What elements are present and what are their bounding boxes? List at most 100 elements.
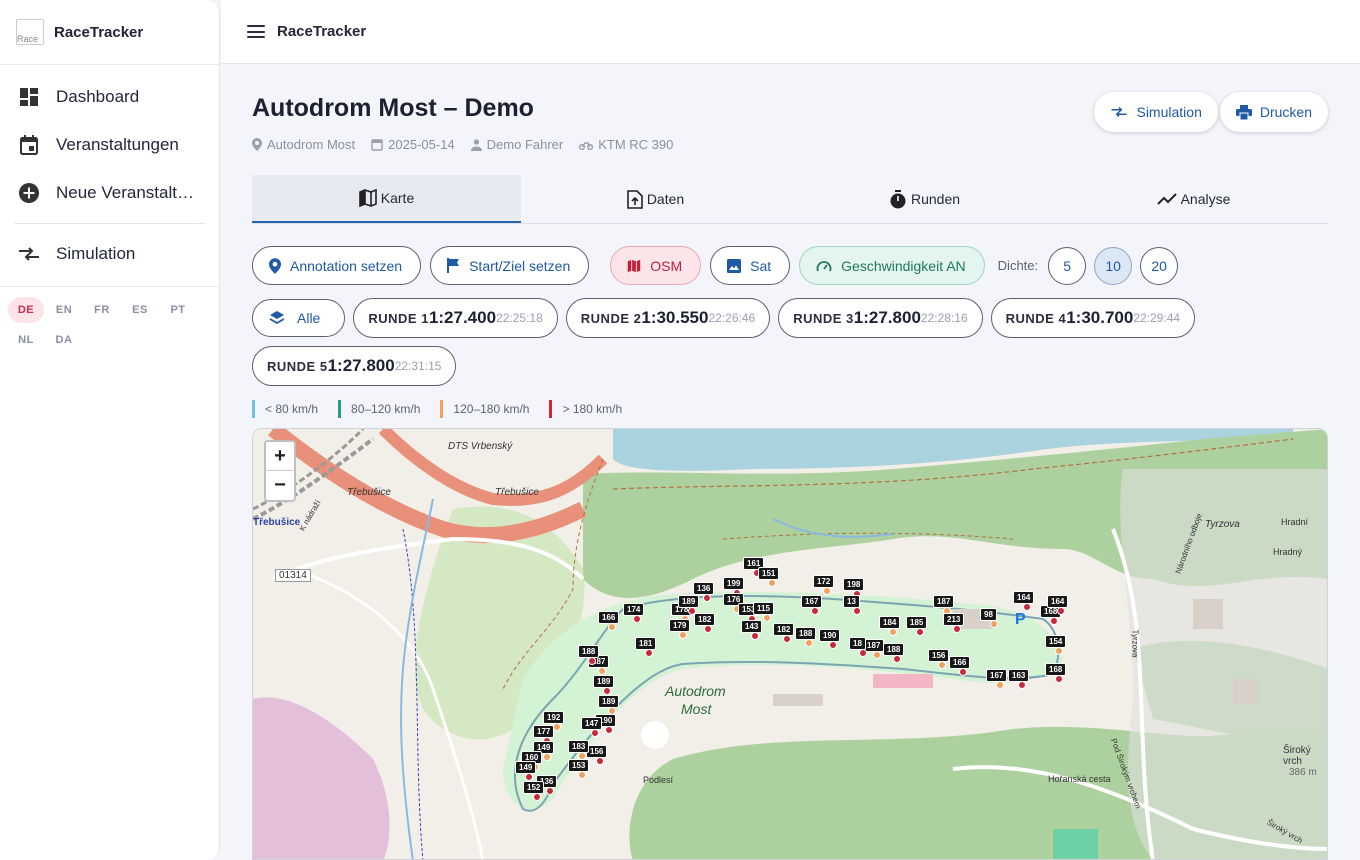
speed-marker-label[interactable]: 166 bbox=[598, 611, 620, 624]
sidebar-item-simulation[interactable]: Simulation bbox=[0, 230, 219, 278]
tab-analyse[interactable]: Analyse bbox=[1059, 175, 1328, 223]
menu-icon[interactable] bbox=[247, 25, 265, 38]
speed-marker-label[interactable]: 164 bbox=[1013, 591, 1035, 604]
speed-marker-label[interactable]: 166 bbox=[949, 656, 971, 669]
speed-point[interactable] bbox=[1023, 603, 1031, 611]
osm-layer-button[interactable]: OSM bbox=[610, 246, 702, 285]
tab-karte[interactable]: Karte bbox=[252, 175, 521, 223]
speed-point[interactable] bbox=[889, 628, 897, 636]
speed-marker-label[interactable]: 168 bbox=[1045, 663, 1067, 676]
lap-chip-2[interactable]: RUNDE 2 1:30.550 22:26:46 bbox=[565, 298, 771, 338]
tab-runden[interactable]: Runden bbox=[790, 175, 1059, 223]
speed-marker-label[interactable]: 167 bbox=[801, 595, 823, 608]
speed-point[interactable] bbox=[633, 615, 641, 623]
lap-chip-5[interactable]: RUNDE 5 1:27.800 22:31:15 bbox=[252, 346, 457, 386]
speed-point[interactable] bbox=[553, 723, 561, 731]
speed-point[interactable] bbox=[916, 628, 924, 636]
speed-point[interactable] bbox=[605, 726, 613, 734]
speed-marker-label[interactable]: 181 bbox=[635, 637, 657, 650]
speed-marker-label[interactable]: 167 bbox=[986, 669, 1008, 682]
speed-marker-label[interactable]: 188 bbox=[883, 643, 905, 656]
lang-en[interactable]: EN bbox=[46, 297, 82, 323]
speed-point[interactable] bbox=[704, 625, 712, 633]
density-option-10[interactable]: 10 bbox=[1094, 246, 1133, 285]
speed-marker-label[interactable]: 182 bbox=[773, 623, 795, 636]
lap-chip-1[interactable]: RUNDE 1 1:27.400 22:25:18 bbox=[353, 298, 558, 338]
start-finish-button[interactable]: Start/Ziel setzen bbox=[430, 246, 590, 285]
speed-point[interactable] bbox=[938, 661, 946, 669]
speed-marker-label[interactable]: 188 bbox=[578, 645, 600, 658]
satellite-layer-button[interactable]: Sat bbox=[710, 246, 791, 285]
speed-marker-label[interactable]: 177 bbox=[533, 725, 555, 738]
speed-marker-label[interactable]: 187 bbox=[933, 595, 955, 608]
speed-marker-label[interactable]: 188 bbox=[795, 627, 817, 640]
speed-marker-label[interactable]: 163 bbox=[1008, 669, 1030, 682]
lap-chip-4[interactable]: RUNDE 4 1:30.700 22:29:44 bbox=[990, 298, 1196, 338]
speed-point[interactable] bbox=[591, 729, 599, 737]
speed-point[interactable] bbox=[996, 681, 1004, 689]
speed-point[interactable] bbox=[588, 657, 596, 665]
speed-marker-label[interactable]: 199 bbox=[723, 577, 745, 590]
zoom-out-button[interactable]: − bbox=[266, 471, 294, 500]
lang-nl[interactable]: NL bbox=[8, 327, 44, 353]
speed-point[interactable] bbox=[990, 620, 998, 628]
speed-point[interactable] bbox=[1055, 647, 1063, 655]
speed-point[interactable] bbox=[703, 594, 711, 602]
speed-point[interactable] bbox=[645, 649, 653, 657]
speed-point[interactable] bbox=[578, 752, 586, 760]
speed-marker-label[interactable]: 153 bbox=[568, 759, 590, 772]
speed-marker-label[interactable]: 189 bbox=[598, 695, 620, 708]
lang-da[interactable]: DA bbox=[46, 327, 82, 353]
speed-point[interactable] bbox=[543, 753, 551, 761]
speed-point[interactable] bbox=[1018, 681, 1026, 689]
speed-marker-label[interactable]: 189 bbox=[593, 675, 615, 688]
speed-point[interactable] bbox=[1057, 607, 1065, 615]
speed-marker-label[interactable]: 115 bbox=[753, 602, 774, 615]
tab-daten[interactable]: Daten bbox=[521, 175, 790, 223]
print-button[interactable]: Drucken bbox=[1219, 92, 1328, 132]
speed-marker-label[interactable]: 154 bbox=[1045, 635, 1067, 648]
speed-point[interactable] bbox=[823, 587, 831, 595]
speed-marker-label[interactable]: 182 bbox=[694, 613, 716, 626]
speed-marker-label[interactable]: 198 bbox=[843, 578, 865, 591]
speed-point[interactable] bbox=[533, 793, 541, 801]
speed-point[interactable] bbox=[768, 579, 776, 587]
speed-marker-label[interactable]: 172 bbox=[813, 575, 835, 588]
speed-point[interactable] bbox=[829, 641, 837, 649]
speed-marker-label[interactable]: 183 bbox=[568, 740, 590, 753]
simulation-button[interactable]: Simulation bbox=[1094, 92, 1218, 132]
speed-marker-label[interactable]: 13 bbox=[843, 595, 860, 608]
speed-marker-label[interactable]: 192 bbox=[543, 711, 565, 724]
sidebar-item-neue-veranstaltung[interactable]: Neue Veranstalt… bbox=[0, 169, 219, 217]
speed-point[interactable] bbox=[811, 607, 819, 615]
speed-marker-label[interactable]: 151 bbox=[758, 567, 780, 580]
speed-marker-label[interactable]: 189 bbox=[678, 595, 700, 608]
brand[interactable]: Race RaceTracker bbox=[0, 0, 219, 65]
speed-marker-label[interactable]: 149 bbox=[515, 761, 537, 774]
lang-pt[interactable]: PT bbox=[160, 297, 196, 323]
speed-toggle-button[interactable]: Geschwindigkeit AN bbox=[799, 246, 985, 285]
speed-point[interactable] bbox=[608, 623, 616, 631]
speed-marker-label[interactable]: 152 bbox=[523, 781, 545, 794]
speed-marker-label[interactable]: 164 bbox=[1047, 595, 1069, 608]
speed-point[interactable] bbox=[598, 667, 606, 675]
speed-marker-label[interactable]: 156 bbox=[586, 745, 608, 758]
speed-point[interactable] bbox=[893, 655, 901, 663]
speed-marker-label[interactable]: 190 bbox=[819, 629, 841, 642]
lap-all-button[interactable]: Alle bbox=[252, 299, 346, 337]
speed-point[interactable] bbox=[953, 625, 961, 633]
sidebar-item-dashboard[interactable]: Dashboard bbox=[0, 73, 219, 121]
map-view[interactable]: + − Třebušice Třebušice Třebušice DTS Vr… bbox=[252, 428, 1328, 860]
speed-marker-label[interactable]: 147 bbox=[581, 717, 603, 730]
speed-point[interactable] bbox=[578, 771, 586, 779]
speed-point[interactable] bbox=[596, 757, 604, 765]
speed-point[interactable] bbox=[959, 668, 967, 676]
speed-point[interactable] bbox=[783, 635, 791, 643]
speed-point[interactable] bbox=[1050, 617, 1058, 625]
speed-point[interactable] bbox=[763, 614, 771, 622]
annotation-button[interactable]: Annotation setzen bbox=[252, 246, 422, 285]
lang-es[interactable]: ES bbox=[122, 297, 158, 323]
speed-marker-label[interactable]: 184 bbox=[879, 616, 901, 629]
speed-marker-label[interactable]: 136 bbox=[693, 582, 715, 595]
speed-point[interactable] bbox=[603, 687, 611, 695]
